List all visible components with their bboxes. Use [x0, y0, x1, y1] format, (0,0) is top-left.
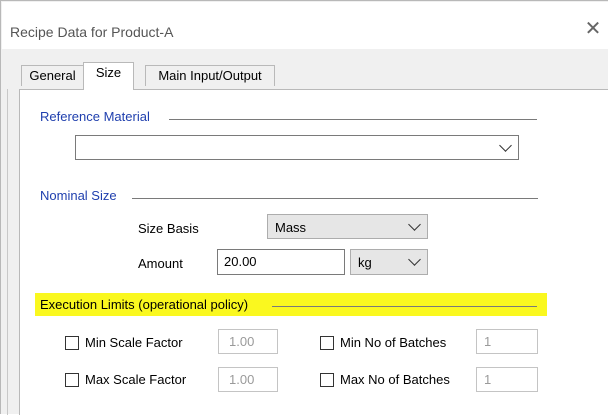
unit-value: kg: [358, 255, 372, 270]
nominal-size-rule: [132, 198, 538, 199]
dialog-window: Recipe Data for Product-A ✕ General Size…: [0, 0, 608, 415]
min-scale-factor-label: Min Scale Factor: [85, 335, 183, 350]
max-no-of-batches-label: Max No of Batches: [340, 372, 450, 387]
amount-input[interactable]: 20.00: [217, 249, 345, 275]
unit-select[interactable]: kg: [350, 249, 428, 275]
max-no-of-batches-value: 1: [484, 372, 492, 387]
min-no-of-batches-value: 1: [484, 334, 492, 349]
window-title: Recipe Data for Product-A: [10, 24, 174, 40]
max-no-of-batches-checkbox[interactable]: [320, 373, 334, 387]
min-no-of-batches-label: Min No of Batches: [340, 335, 447, 350]
execution-limits-heading: Execution Limits (operational policy): [40, 297, 249, 312]
execution-limits-rule: [272, 306, 537, 307]
min-scale-factor-input[interactable]: 1.00: [218, 329, 278, 354]
size-basis-select[interactable]: Mass: [267, 214, 428, 239]
nominal-size-heading: Nominal Size: [40, 188, 117, 203]
close-icon[interactable]: ✕: [582, 18, 604, 40]
tab-main-input-output[interactable]: Main Input/Output: [145, 65, 275, 86]
title-bar: Recipe Data for Product-A ✕: [2, 2, 608, 49]
min-scale-factor-value: 1.00: [229, 334, 255, 349]
max-no-of-batches-input[interactable]: 1: [476, 367, 538, 392]
max-scale-factor-label: Max Scale Factor: [85, 372, 187, 387]
min-no-of-batches-input[interactable]: 1: [476, 329, 538, 354]
amount-label: Amount: [138, 256, 183, 271]
chevron-down-icon: [408, 253, 421, 266]
amount-value: 20.00: [224, 254, 257, 269]
tab-label: Size: [95, 65, 122, 80]
max-scale-factor-value: 1.00: [229, 372, 255, 387]
tab-general[interactable]: General: [21, 65, 84, 86]
chevron-down-icon: [408, 218, 421, 231]
max-scale-factor-input[interactable]: 1.00: [218, 367, 278, 392]
min-no-of-batches-checkbox[interactable]: [320, 336, 334, 350]
reference-material-rule: [169, 119, 537, 120]
tab-label: Main Input/Output: [158, 68, 262, 83]
left-panel-edge: [1, 89, 8, 415]
size-basis-label: Size Basis: [138, 221, 199, 236]
max-scale-factor-checkbox[interactable]: [65, 373, 79, 387]
size-basis-value: Mass: [275, 220, 307, 235]
chevron-down-icon: [499, 139, 512, 152]
tab-size[interactable]: Size: [83, 62, 134, 90]
tab-label: General: [29, 68, 76, 83]
min-scale-factor-checkbox[interactable]: [65, 336, 79, 350]
reference-material-heading: Reference Material: [40, 109, 150, 124]
reference-material-select[interactable]: [75, 135, 519, 160]
